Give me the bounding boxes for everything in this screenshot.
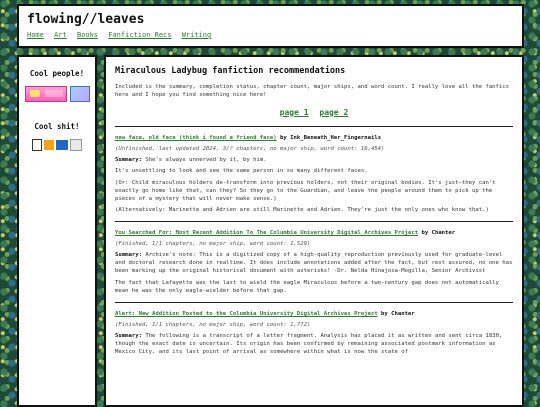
- nav-books[interactable]: Books: [77, 31, 98, 39]
- nav-home[interactable]: Home: [27, 31, 44, 39]
- site-header: flowing//leaves Home Art Books Fanfictio…: [17, 4, 524, 48]
- fic-author: by Chanter: [377, 310, 415, 317]
- fic-paragraph: (Or: Child miraculous holders de-transfo…: [115, 179, 496, 202]
- fic-summary: Summary: The following is a transcript o…: [115, 332, 513, 356]
- paper-badge-icon[interactable]: [32, 139, 42, 151]
- site-title: flowing//leaves: [27, 12, 145, 27]
- divider: [115, 126, 513, 128]
- fic-summary: Summary: Archive's note: This is a digit…: [115, 251, 513, 275]
- fic-heading: Alert: New Addition Posted to the Columb…: [115, 310, 513, 318]
- fic-paragraph: It's unsettling to look and see the same…: [115, 168, 368, 175]
- fic-title-link[interactable]: Alert: New Addition Posted to the Columb…: [115, 311, 378, 317]
- nav-art[interactable]: Art: [54, 31, 67, 39]
- fic-heading: You Searched For: Most Recent Addition T…: [115, 229, 513, 237]
- fic-author: by Chanter: [418, 230, 456, 236]
- hello-kitty-badge-icon[interactable]: [24, 86, 67, 102]
- grey-badge-icon[interactable]: [70, 139, 82, 151]
- page-title: Miraculous Ladybug fanfiction recommenda…: [115, 66, 346, 76]
- divider: [115, 301, 513, 303]
- shit-badges: [23, 139, 91, 151]
- people-badges: [23, 86, 91, 102]
- fic-paragraph: (Alternatively: Marinette and Adrien are…: [115, 206, 489, 213]
- summary-label: Summary:: [115, 332, 142, 339]
- fic-summary: Summary: She's always unnerved by it, by…: [115, 156, 513, 164]
- fic-heading: new face, old face (think i found a frie…: [115, 134, 513, 142]
- cool-shit-heading: Cool shit!: [34, 122, 80, 131]
- summary-label: Summary:: [115, 252, 142, 259]
- cool-people-heading: Cool people!: [29, 69, 85, 78]
- summary-text: The following is a transcript of a lette…: [115, 332, 503, 356]
- fic-meta: (Finished, 1/1 chapters, no major ship, …: [115, 321, 311, 328]
- summary-label: Summary:: [115, 157, 142, 164]
- intro-text: Included is the summary, completion stat…: [115, 84, 510, 99]
- fic-author: by Ink_Beneath_Her_Fingernails: [276, 135, 382, 142]
- kitty-badge-icon[interactable]: [69, 86, 90, 102]
- nav-fanfiction-recs[interactable]: Fanfiction Recs: [108, 31, 171, 39]
- divider: [115, 221, 513, 222]
- fic-paragraph: The fact that Lafayette was the last to …: [115, 279, 499, 294]
- blue-badge-icon[interactable]: [56, 140, 68, 150]
- pagination: page 1 page 2: [115, 107, 513, 119]
- summary-text: She's always unnerved by it, by him.: [141, 157, 267, 164]
- orange-badge-icon[interactable]: [44, 140, 54, 150]
- sidebar: Cool people! Cool shit!: [17, 55, 97, 407]
- page-2-link[interactable]: page 2: [319, 108, 348, 117]
- fic-entry: new face, old face (think i found a frie…: [115, 134, 513, 214]
- nav-bar: Home Art Books Fanfiction Recs Writing: [27, 31, 514, 39]
- fic-title-link[interactable]: You Searched For: Most Recent Addition T…: [115, 230, 418, 236]
- summary-text: Archive's note: This is a digitized copy…: [115, 252, 513, 275]
- main-content: Miraculous Ladybug fanfiction recommenda…: [104, 55, 524, 407]
- fic-meta: (Unfinished, last updated 2024, 3/? chap…: [115, 146, 385, 153]
- fic-title-link[interactable]: new face, old face (think i found a frie…: [115, 135, 277, 141]
- page-1-link[interactable]: page 1: [280, 108, 309, 117]
- fic-meta: (Finished, 1/1 chapters, no major ship, …: [115, 241, 311, 248]
- nav-writing[interactable]: Writing: [182, 31, 212, 39]
- fic-entry: You Searched For: Most Recent Addition T…: [115, 229, 513, 295]
- fic-entry: Alert: New Addition Posted to the Columb…: [115, 310, 513, 357]
